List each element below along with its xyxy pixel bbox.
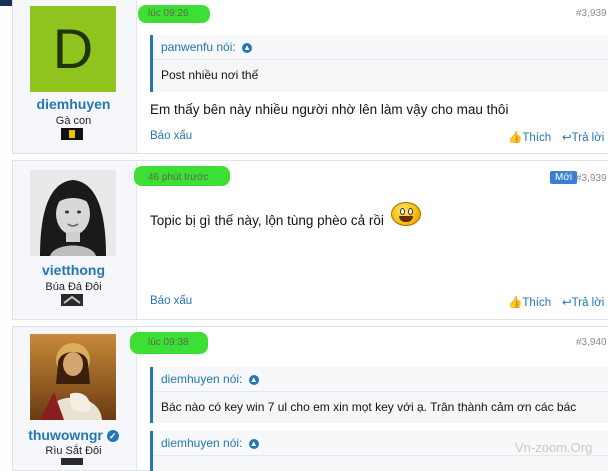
site-watermark: Vn-zoom.Org [515, 440, 593, 455]
quote-text: Post nhiều nơi thế [161, 68, 259, 82]
quote-text: Bác nào có key win 7 ul cho em xin mọt k… [161, 400, 577, 414]
post-number[interactable]: #3,939 [576, 173, 608, 184]
like-label: Thích [522, 132, 552, 144]
username-text: thuwowngr [28, 427, 103, 443]
quote-arrow-up-icon[interactable]: ▲ [242, 42, 253, 53]
user-title: Búa Đá Đôi [45, 281, 102, 293]
quote-author-link[interactable]: panwenfu nói: [161, 40, 236, 54]
laughing-smiley-icon [391, 202, 421, 226]
reply-label: Trả lời [571, 297, 605, 309]
quote-author-link[interactable]: diemhuyen nói: [161, 436, 242, 450]
like-label: Thích [522, 297, 552, 309]
reply-button[interactable]: ↩Trả lời [562, 130, 604, 144]
avatar[interactable] [30, 170, 116, 256]
quote-author-link[interactable]: diemhuyen nói: [161, 372, 242, 386]
post-number[interactable]: #3,939 [576, 8, 608, 19]
post-time[interactable]: lúc 09:26 [148, 8, 189, 19]
reply-arrow-icon: ↩ [562, 297, 572, 309]
quote-block: diemhuyen nói: ▲ Bác nào có key win 7 ul… [150, 367, 608, 423]
like-button[interactable]: 👍Thích [508, 130, 551, 144]
thumbs-up-icon: 👍 [508, 132, 523, 144]
quote-arrow-up-icon[interactable]: ▲ [248, 374, 259, 385]
post-time[interactable]: lúc 09:38 [148, 337, 189, 348]
verified-check-icon: ✓ [106, 430, 119, 443]
quote-block: panwenfu nói: ▲ Post nhiều nơi thế [150, 35, 608, 92]
reply-label: Trả lời [571, 132, 605, 144]
reply-arrow-icon: ↩ [562, 132, 572, 144]
rank-badge-icon [61, 458, 83, 470]
avatar[interactable] [30, 334, 116, 420]
quote-header: panwenfu nói: ▲ [153, 35, 608, 60]
quote-header: diemhuyen nói: ▲ [153, 367, 608, 392]
post-number[interactable]: #3,940 [576, 337, 608, 348]
quote-arrow-up-icon[interactable]: ▲ [248, 438, 259, 449]
username-link[interactable]: thuwowngr ✓ [12, 427, 135, 443]
username-link[interactable]: vietthong [12, 262, 135, 278]
reply-button[interactable]: ↩Trả lời [562, 295, 604, 309]
report-link[interactable]: Báo xấu [150, 295, 192, 307]
post-message: Em thấy bên này nhiều người nhờ lên làm … [150, 102, 509, 117]
avatar[interactable]: D [30, 6, 116, 92]
rank-badge-icon [61, 294, 83, 306]
post-message: Topic bị gì thế này, lộn tùng phèo cả rồ… [150, 213, 384, 228]
post-time[interactable]: 46 phút trước [148, 172, 209, 183]
trophy-badge-icon [61, 128, 83, 140]
user-title: Rìu Sắt Đôi [45, 445, 102, 457]
like-button[interactable]: 👍Thích [508, 295, 551, 309]
report-link[interactable]: Báo xấu [150, 130, 192, 142]
thumbs-up-icon: 👍 [508, 297, 523, 309]
user-title: Gà con [55, 115, 92, 127]
username-link[interactable]: diemhuyen [12, 96, 135, 112]
new-post-badge: Mới [550, 171, 578, 184]
